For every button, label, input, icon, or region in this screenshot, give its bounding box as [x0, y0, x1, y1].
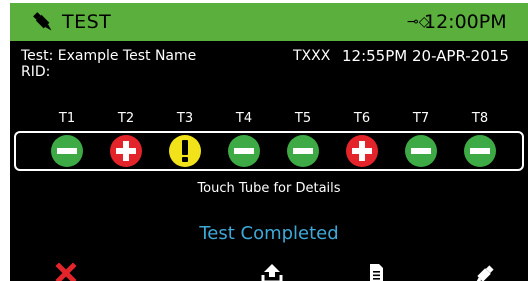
tube-label-t8: T8	[471, 111, 489, 126]
test-code: TXXX	[293, 48, 331, 64]
touch-hint: Touch Tube for Details	[197, 181, 341, 196]
rid-label: RID:	[21, 64, 51, 80]
upload-icon	[261, 264, 283, 281]
tube-label-t5: T5	[294, 111, 312, 126]
dropper-icon	[475, 265, 494, 281]
device-screen: TEST ⊸◇ 12:00PM Test: Example Test Name …	[10, 3, 528, 281]
tube-label-t1: T1	[58, 111, 76, 126]
tube-label-t2: T2	[117, 111, 135, 126]
tube-labels: T1 T2 T3 T4 T5 T6 T7 T8	[10, 111, 528, 129]
title-bar: TEST ⊸◇ 12:00PM	[10, 3, 528, 41]
tube-label-t3: T3	[176, 111, 194, 126]
tube-t5-negative-icon[interactable]	[286, 134, 320, 168]
tube-t3-warning-icon[interactable]	[168, 134, 202, 168]
tube-label-t6: T6	[353, 111, 371, 126]
tube-t1-negative-icon[interactable]	[50, 134, 84, 168]
test-name: Test: Example Test Name	[21, 48, 197, 64]
report-button[interactable]	[365, 261, 395, 281]
tube-t6-positive-icon[interactable]	[345, 134, 379, 168]
tube-rack	[14, 131, 524, 171]
tube-label-t7: T7	[412, 111, 430, 126]
tube-label-t4: T4	[235, 111, 253, 126]
sample-button[interactable]	[470, 261, 500, 281]
document-icon	[370, 264, 383, 281]
upload-button[interactable]	[261, 261, 291, 281]
cancel-button[interactable]	[55, 261, 85, 281]
tube-t8-negative-icon[interactable]	[463, 134, 497, 168]
screen-title: TEST	[62, 11, 112, 33]
bottom-toolbar	[10, 261, 528, 281]
status-message: Test Completed	[199, 223, 339, 244]
cancel-icon	[55, 263, 77, 281]
tube-t2-positive-icon[interactable]	[109, 134, 143, 168]
tube-t4-negative-icon[interactable]	[227, 134, 261, 168]
tube-t7-negative-icon[interactable]	[404, 134, 438, 168]
clock: 12:00PM	[424, 11, 507, 33]
dropper-icon	[33, 12, 52, 31]
test-datetime: 12:55PM 20-APR-2015	[342, 47, 509, 65]
